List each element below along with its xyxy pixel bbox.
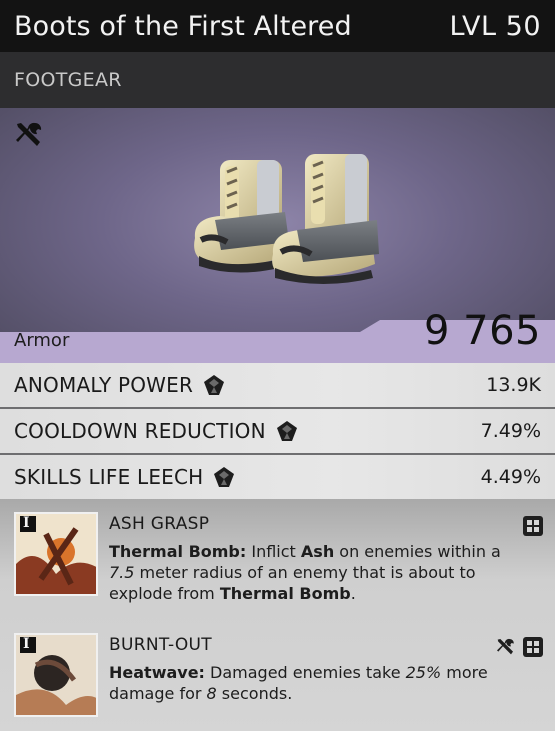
item-preview: Armor 9 765 — [0, 108, 555, 363]
item-title: Boots of the First Altered — [14, 10, 352, 42]
mod-description: Heatwave: Damaged enemies take 25% more … — [109, 663, 488, 703]
stat-row-anomaly-power[interactable]: ANOMALY POWER 13.9K — [0, 363, 555, 407]
grid-icon[interactable] — [523, 637, 543, 657]
crafting-tools-icon[interactable] — [13, 120, 43, 150]
stat-name: COOLDOWN REDUCTION — [14, 419, 266, 443]
mod-description: Thermal Bomb: Inflict Ash on enemies wit… — [109, 542, 501, 603]
armor-value: 9 765 — [423, 308, 541, 354]
stat-name: ANOMALY POWER — [14, 373, 194, 397]
gem-icon — [214, 467, 235, 487]
stat-row-cooldown-reduction[interactable]: COOLDOWN REDUCTION 7.49% — [0, 409, 555, 453]
stat-list: ANOMALY POWER 13.9K COOLDOWN REDUCTION 7… — [0, 363, 555, 501]
stat-value: 7.49% — [480, 420, 541, 442]
item-category: FOOTGEAR — [14, 69, 122, 91]
item-header: Boots of the First Altered LVL 50 — [0, 0, 555, 52]
boots-image — [194, 154, 379, 284]
stat-value: 13.9K — [486, 374, 541, 396]
armor-label: Armor — [14, 330, 70, 351]
grid-icon[interactable] — [523, 516, 543, 536]
crafting-tools-icon[interactable] — [495, 637, 515, 657]
mod-portrait: I — [14, 512, 98, 596]
mod-title: BURNT-OUT — [109, 635, 212, 655]
mod-portrait: I — [14, 633, 98, 717]
item-level: LVL 50 — [449, 10, 541, 42]
stat-row-skills-life-leech[interactable]: SKILLS LIFE LEECH 4.49% — [0, 455, 555, 499]
gem-icon — [276, 421, 297, 441]
mods-section: I ASH GRASP Thermal Bomb: Inflict Ash on… — [0, 499, 555, 731]
mod-title: ASH GRASP — [109, 514, 210, 534]
mod-tier: I — [23, 636, 30, 652]
stat-value: 4.49% — [480, 466, 541, 488]
gem-icon — [204, 375, 225, 395]
item-category-bar: FOOTGEAR — [0, 52, 555, 108]
mod-tier: I — [23, 515, 30, 531]
stat-name: SKILLS LIFE LEECH — [14, 465, 204, 489]
